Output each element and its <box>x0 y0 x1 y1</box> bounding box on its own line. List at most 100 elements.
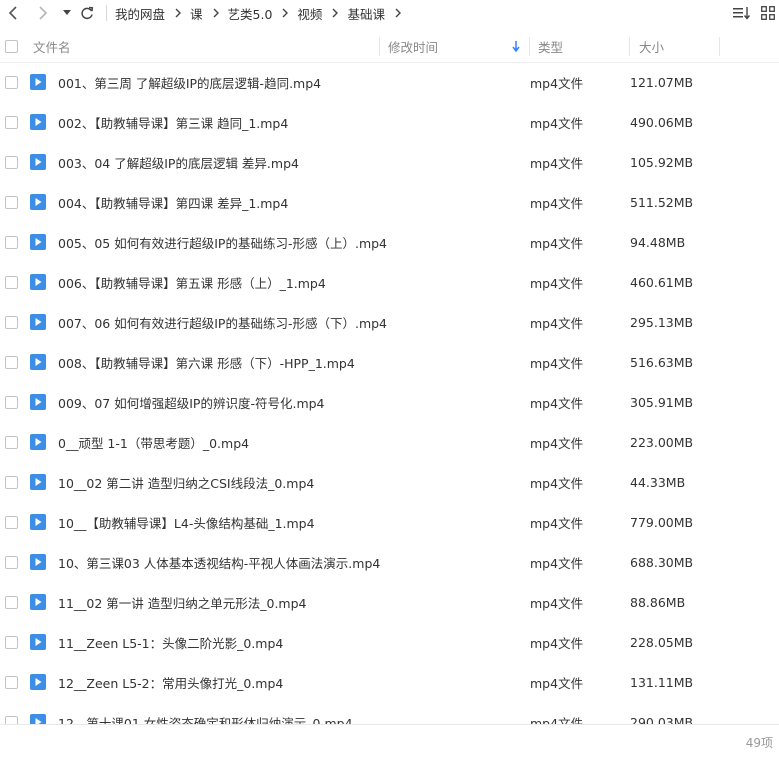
file-row[interactable]: 007、06 如何有效进行超级IP的基础练习-形感（下）.mp4 mp4文件 295… <box>0 302 779 342</box>
sort-menu-button[interactable] <box>731 2 753 24</box>
file-size: 490.06MB <box>630 114 694 130</box>
top-bar: 我的网盘 课 艺类5.0 视频 基础课 <box>0 0 779 26</box>
breadcrumb-item[interactable]: 艺类5.0 <box>228 4 273 23</box>
file-type: mp4文件 <box>530 675 584 691</box>
file-name[interactable]: 001、第三周 了解超级IP的底层逻辑-趋同.mp4 <box>58 73 530 92</box>
file-name[interactable]: 0__顽型 1-1（带思考题）_0.mp4 <box>58 433 530 452</box>
file-name[interactable]: 10、第三课03 人体基本透视结构-平视人体画法演示.mp4 <box>58 553 530 572</box>
file-name[interactable]: 009、07 如何增强超级IP的辨识度-符号化.mp4 <box>58 393 530 412</box>
file-name[interactable]: 007、06 如何有效进行超级IP的基础练习-形感（下）.mp4 <box>58 313 530 332</box>
breadcrumb-separator-icon <box>213 8 219 18</box>
back-button[interactable] <box>2 1 24 25</box>
row-checkbox-cell <box>0 235 22 249</box>
file-name[interactable]: 12__Zeen L5-2：常用头像打光_0.mp4 <box>58 673 530 692</box>
row-checkbox-cell <box>0 435 22 449</box>
row-checkbox[interactable] <box>4 715 18 724</box>
file-type: mp4文件 <box>530 235 584 251</box>
file-row[interactable]: 003、04 了解超级IP的底层逻辑 差异.mp4 mp4文件 105.92MB <box>0 142 779 182</box>
refresh-button[interactable] <box>76 1 98 25</box>
file-name[interactable]: 10__02 第二讲 造型归纳之CSI线段法_0.mp4 <box>58 473 530 492</box>
file-size: 131.11MB <box>630 674 694 690</box>
row-checkbox[interactable] <box>4 475 18 489</box>
breadcrumb-item[interactable]: 视频 <box>297 4 322 23</box>
column-header-name[interactable]: 文件名 <box>22 31 380 62</box>
row-checkbox[interactable] <box>4 275 18 289</box>
breadcrumb-item[interactable]: 基础课 <box>347 4 385 23</box>
breadcrumb-item[interactable]: 我的网盘 <box>115 4 165 23</box>
file-row[interactable]: 10__【助教辅导课】L4-头像结构基础_1.mp4 mp4文件 779.00MB <box>0 502 779 542</box>
select-all-cell <box>0 31 22 62</box>
file-row[interactable]: 002、【助教辅导课】第三课 趋同_1.mp4 mp4文件 490.06MB <box>0 102 779 142</box>
file-row[interactable]: 10、第三课03 人体基本透视结构-平视人体画法演示.mp4 mp4文件 688.3… <box>0 542 779 582</box>
row-checkbox-cell <box>0 355 22 369</box>
file-row[interactable]: 009、07 如何增强超级IP的辨识度-符号化.mp4 mp4文件 305.91MB <box>0 382 779 422</box>
file-row[interactable]: 12__Zeen L5-2：常用头像打光_0.mp4 mp4文件 131.11MB <box>0 662 779 702</box>
breadcrumb-separator-icon <box>332 8 339 18</box>
column-header-size-label: 大小 <box>639 40 665 55</box>
column-header-name-label: 文件名 <box>33 40 71 55</box>
file-size: 88.86MB <box>630 594 686 610</box>
file-type: mp4文件 <box>530 635 584 651</box>
video-file-icon <box>30 114 46 130</box>
row-checkbox[interactable] <box>4 555 18 569</box>
file-name[interactable]: 008、【助教辅导课】第六课 形感（下）-HPP_1.mp4 <box>58 353 530 372</box>
video-file-icon <box>30 714 46 724</box>
file-name[interactable]: 11__02 第一讲 造型归纳之单元形法_0.mp4 <box>58 593 530 612</box>
file-name[interactable]: 12、第十课01 女性姿态确定和形体归纳演示_0.mp4 <box>58 713 530 725</box>
column-header-modified[interactable]: 修改时间 <box>380 31 530 62</box>
row-checkbox[interactable] <box>4 155 18 169</box>
row-checkbox[interactable] <box>4 75 18 89</box>
file-row[interactable]: 11__Zeen L5-1：头像二阶光影_0.mp4 mp4文件 228.05MB <box>0 622 779 662</box>
file-size: 290.03MB <box>630 714 694 725</box>
file-name[interactable]: 005、05 如何有效进行超级IP的基础练习-形感（上）.mp4 <box>58 233 530 252</box>
video-file-icon <box>30 474 46 490</box>
file-row[interactable]: 005、05 如何有效进行超级IP的基础练习-形感（上）.mp4 mp4文件 94.… <box>0 222 779 262</box>
row-checkbox[interactable] <box>4 315 18 329</box>
row-checkbox[interactable] <box>4 635 18 649</box>
breadcrumb: 我的网盘 课 艺类5.0 视频 基础课 <box>115 4 410 23</box>
file-row[interactable]: 008、【助教辅导课】第六课 形感（下）-HPP_1.mp4 mp4文件 516.6… <box>0 342 779 382</box>
file-row[interactable]: 006、【助教辅导课】第五课 形感（上）_1.mp4 mp4文件 460.61MB <box>0 262 779 302</box>
item-count: 49项 <box>745 736 773 750</box>
file-size: 516.63MB <box>630 354 694 370</box>
file-row[interactable]: 11__02 第一讲 造型归纳之单元形法_0.mp4 mp4文件 88.86MB <box>0 582 779 622</box>
history-dropdown-button[interactable] <box>60 1 74 25</box>
view-toggle-button[interactable] <box>757 2 779 24</box>
file-row[interactable]: 001、第三周 了解超级IP的底层逻辑-趋同.mp4 mp4文件 121.07MB <box>0 62 779 102</box>
file-type: mp4文件 <box>530 315 584 331</box>
file-size: 94.48MB <box>630 234 686 250</box>
row-checkbox[interactable] <box>4 435 18 449</box>
row-checkbox[interactable] <box>4 595 18 609</box>
file-name[interactable]: 006、【助教辅导课】第五课 形感（上）_1.mp4 <box>58 273 530 292</box>
row-checkbox[interactable] <box>4 395 18 409</box>
select-all-checkbox[interactable] <box>4 40 18 53</box>
row-checkbox[interactable] <box>4 675 18 689</box>
file-name[interactable]: 11__Zeen L5-1：头像二阶光影_0.mp4 <box>58 633 530 652</box>
column-header-size[interactable]: 大小 <box>630 31 720 62</box>
file-name[interactable]: 003、04 了解超级IP的底层逻辑 差异.mp4 <box>58 153 530 172</box>
row-checkbox[interactable] <box>4 235 18 249</box>
file-row[interactable]: 12、第十课01 女性姿态确定和形体归纳演示_0.mp4 mp4文件 290.03M… <box>0 702 779 724</box>
file-row[interactable]: 10__02 第二讲 造型归纳之CSI线段法_0.mp4 mp4文件 44.33MB <box>0 462 779 502</box>
row-checkbox[interactable] <box>4 355 18 369</box>
file-name[interactable]: 004、【助教辅导课】第四课 差异_1.mp4 <box>58 193 530 212</box>
file-row[interactable]: 0__顽型 1-1（带思考题）_0.mp4 mp4文件 223.00MB <box>0 422 779 462</box>
file-row[interactable]: 004、【助教辅导课】第四课 差异_1.mp4 mp4文件 511.52MB <box>0 182 779 222</box>
row-checkbox-cell <box>0 195 22 209</box>
row-checkbox[interactable] <box>4 195 18 209</box>
forward-button[interactable] <box>32 1 54 25</box>
file-type: mp4文件 <box>530 435 584 451</box>
file-type: mp4文件 <box>530 195 584 211</box>
chevron-right-icon <box>39 6 48 20</box>
status-bar: 49项 <box>0 724 779 757</box>
column-header-type[interactable]: 类型 <box>530 31 630 62</box>
breadcrumb-item[interactable]: 课 <box>190 4 203 23</box>
row-checkbox-cell <box>0 315 22 329</box>
video-file-icon <box>30 314 46 330</box>
row-checkbox[interactable] <box>4 515 18 529</box>
row-checkbox[interactable] <box>4 115 18 129</box>
file-name[interactable]: 002、【助教辅导课】第三课 趋同_1.mp4 <box>58 113 530 132</box>
video-file-icon <box>30 154 46 170</box>
caret-down-icon <box>63 10 71 15</box>
file-name[interactable]: 10__【助教辅导课】L4-头像结构基础_1.mp4 <box>58 513 530 532</box>
